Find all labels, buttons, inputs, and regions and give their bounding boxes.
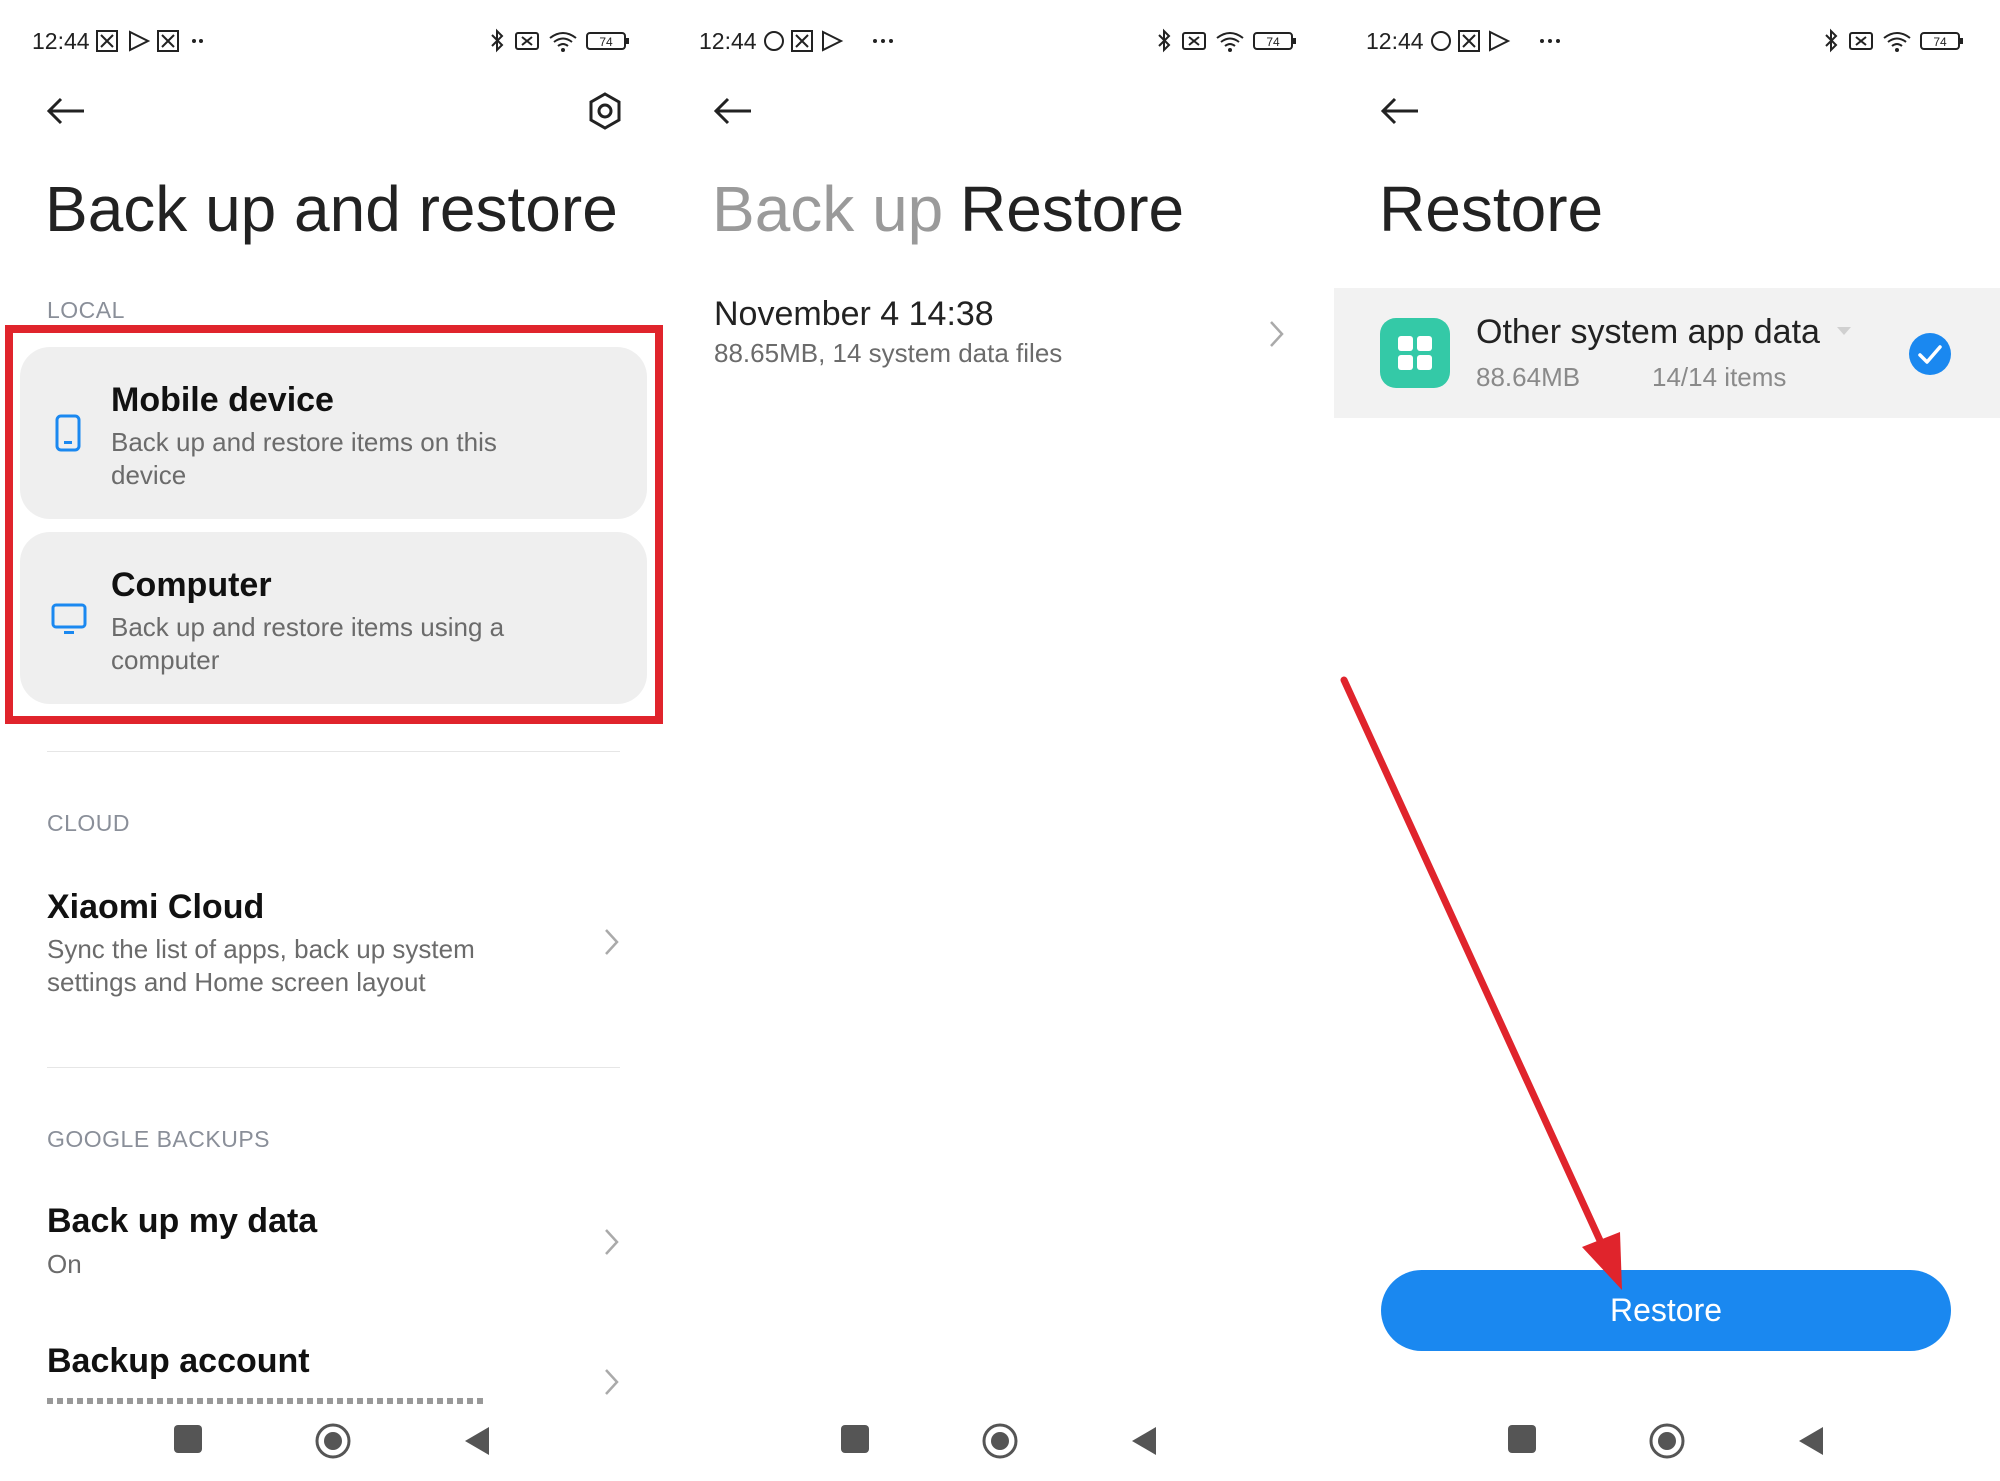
page-title: Back up and restore <box>45 173 618 245</box>
app-data-icon <box>1380 318 1450 388</box>
settings-gear-icon[interactable] <box>585 91 625 131</box>
chevron-right-icon <box>1270 321 1284 347</box>
restore-item-title: Other system app data <box>1476 313 1820 351</box>
restore-item-row[interactable]: Other system app data 88.64MB 14/14 item… <box>1334 288 2000 418</box>
chevron-right-icon <box>605 929 619 955</box>
local-section-label: LOCAL <box>47 297 125 323</box>
backup-my-data-title: Back up my data <box>47 1202 318 1240</box>
xiaomi-cloud-subtitle-line2: settings and Home screen layout <box>47 967 426 997</box>
status-time: 12:44 <box>32 28 90 54</box>
restore-item-count: 14/14 items <box>1652 362 1787 392</box>
backup-my-data-status: On <box>47 1249 82 1279</box>
xiaomi-cloud-title: Xiaomi Cloud <box>47 888 265 926</box>
home-nav-button[interactable] <box>1648 1422 1686 1460</box>
xiaomi-cloud-item[interactable]: Xiaomi Cloud Sync the list of apps, back… <box>0 870 667 1020</box>
chevron-right-icon <box>605 1369 619 1395</box>
recents-nav-button[interactable] <box>1508 1425 1536 1453</box>
notification-icons <box>1431 30 1560 52</box>
google-backups-section-label: GOOGLE BACKUPS <box>47 1126 271 1152</box>
divider <box>47 751 620 752</box>
back-arrow-icon[interactable] <box>713 96 753 126</box>
back-nav-button[interactable] <box>1130 1425 1158 1457</box>
home-nav-button[interactable] <box>314 1422 352 1460</box>
system-status-icons: 74 <box>491 28 629 53</box>
status-time: 12:44 <box>699 28 757 54</box>
svg-text:74: 74 <box>1933 35 1947 49</box>
system-status-icons: 74 <box>1825 28 1963 53</box>
backup-account-item[interactable]: Backup account <box>0 1328 667 1404</box>
tab-backup[interactable]: Back up <box>712 172 943 246</box>
notification-icons <box>764 30 893 52</box>
svg-text:74: 74 <box>1266 35 1280 49</box>
chevron-right-icon <box>605 1229 619 1255</box>
restore-item-size: 88.64MB <box>1476 362 1581 392</box>
svg-text:74: 74 <box>599 35 613 49</box>
backup-restore-screen: 12:44 74 Back up and restore LOCAL Mobil… <box>0 0 667 1481</box>
system-status-icons: 74 <box>1158 28 1296 53</box>
back-nav-button[interactable] <box>1797 1425 1825 1457</box>
status-time: 12:44 <box>1366 28 1424 54</box>
backup-account-email-clipped <box>47 1398 487 1404</box>
backup-entry-date: November 4 14:38 <box>714 295 994 333</box>
back-arrow-icon[interactable] <box>1380 96 1420 126</box>
recents-nav-button[interactable] <box>174 1425 202 1453</box>
back-arrow-icon[interactable] <box>46 96 86 126</box>
restore-button[interactable]: Restore <box>1381 1270 1951 1351</box>
home-nav-button[interactable] <box>981 1422 1019 1460</box>
backup-my-data-item[interactable]: Back up my data On <box>0 1188 667 1298</box>
restore-list-screen: 12:44 74 Back up Restore November 4 14:3… <box>667 0 1334 1481</box>
restore-confirm-screen: 12:44 74 Restore Other system app data 8… <box>1334 0 2000 1481</box>
back-nav-button[interactable] <box>463 1425 491 1457</box>
highlight-box <box>5 325 663 724</box>
expand-caret-icon[interactable] <box>1836 326 1852 336</box>
checked-checkbox-icon[interactable] <box>1908 332 1952 376</box>
recents-nav-button[interactable] <box>841 1425 869 1453</box>
backup-account-title: Backup account <box>47 1342 310 1380</box>
xiaomi-cloud-subtitle-line1: Sync the list of apps, back up system <box>47 934 475 964</box>
tab-restore[interactable]: Restore <box>960 172 1184 246</box>
backup-entry-details: 88.65MB, 14 system data files <box>714 338 1063 368</box>
backup-entry-item[interactable]: November 4 14:38 88.65MB, 14 system data… <box>667 285 1334 385</box>
notification-icons <box>96 30 203 52</box>
divider <box>47 1067 620 1068</box>
cloud-section-label: CLOUD <box>47 810 131 836</box>
page-title: Restore <box>1379 173 1604 245</box>
